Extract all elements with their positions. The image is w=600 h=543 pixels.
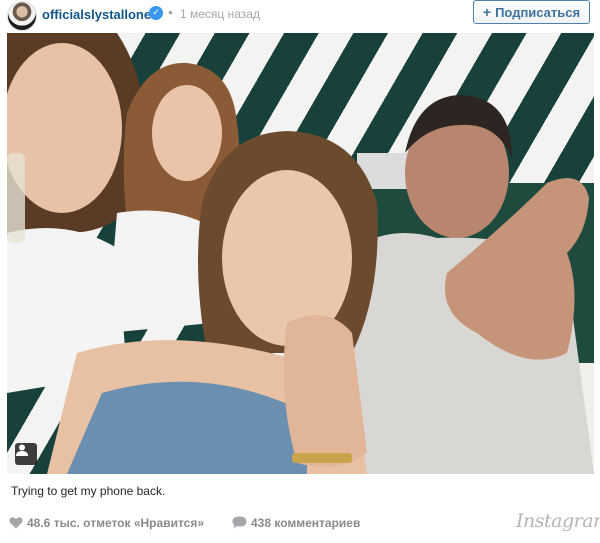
comments-count[interactable]: 438 комментариев (251, 516, 360, 530)
post-photo[interactable] (7, 33, 594, 474)
username-link[interactable]: officialslystallone (42, 7, 151, 22)
post-header: officialslystallone ✓ • 1 месяц назад + … (0, 0, 600, 32)
instagram-logo[interactable]: Instagram (516, 510, 600, 532)
photo-bracelet (292, 453, 352, 463)
person-icon (16, 444, 28, 456)
verified-check-icon: ✓ (149, 6, 163, 20)
post-caption: Trying to get my phone back. (11, 484, 166, 498)
plus-icon: + (482, 4, 492, 20)
tagged-people-icon[interactable] (15, 443, 37, 465)
avatar[interactable] (7, 1, 37, 31)
likes-count[interactable]: 48.6 тыс. отметок «Нравится» (27, 516, 204, 530)
photo-glass (7, 153, 25, 243)
follow-button-label: Подписаться (495, 4, 581, 20)
follow-button[interactable]: + Подписаться (473, 0, 590, 24)
heart-icon[interactable] (9, 516, 23, 529)
photo-illustration (7, 33, 594, 474)
post-footer: 48.6 тыс. отметок «Нравится» 438 коммент… (0, 504, 600, 543)
photo-girl-middle-face (152, 85, 222, 181)
comment-icon[interactable] (232, 516, 247, 529)
separator-dot: • (168, 4, 173, 20)
post-time[interactable]: 1 месяц назад (180, 7, 260, 21)
